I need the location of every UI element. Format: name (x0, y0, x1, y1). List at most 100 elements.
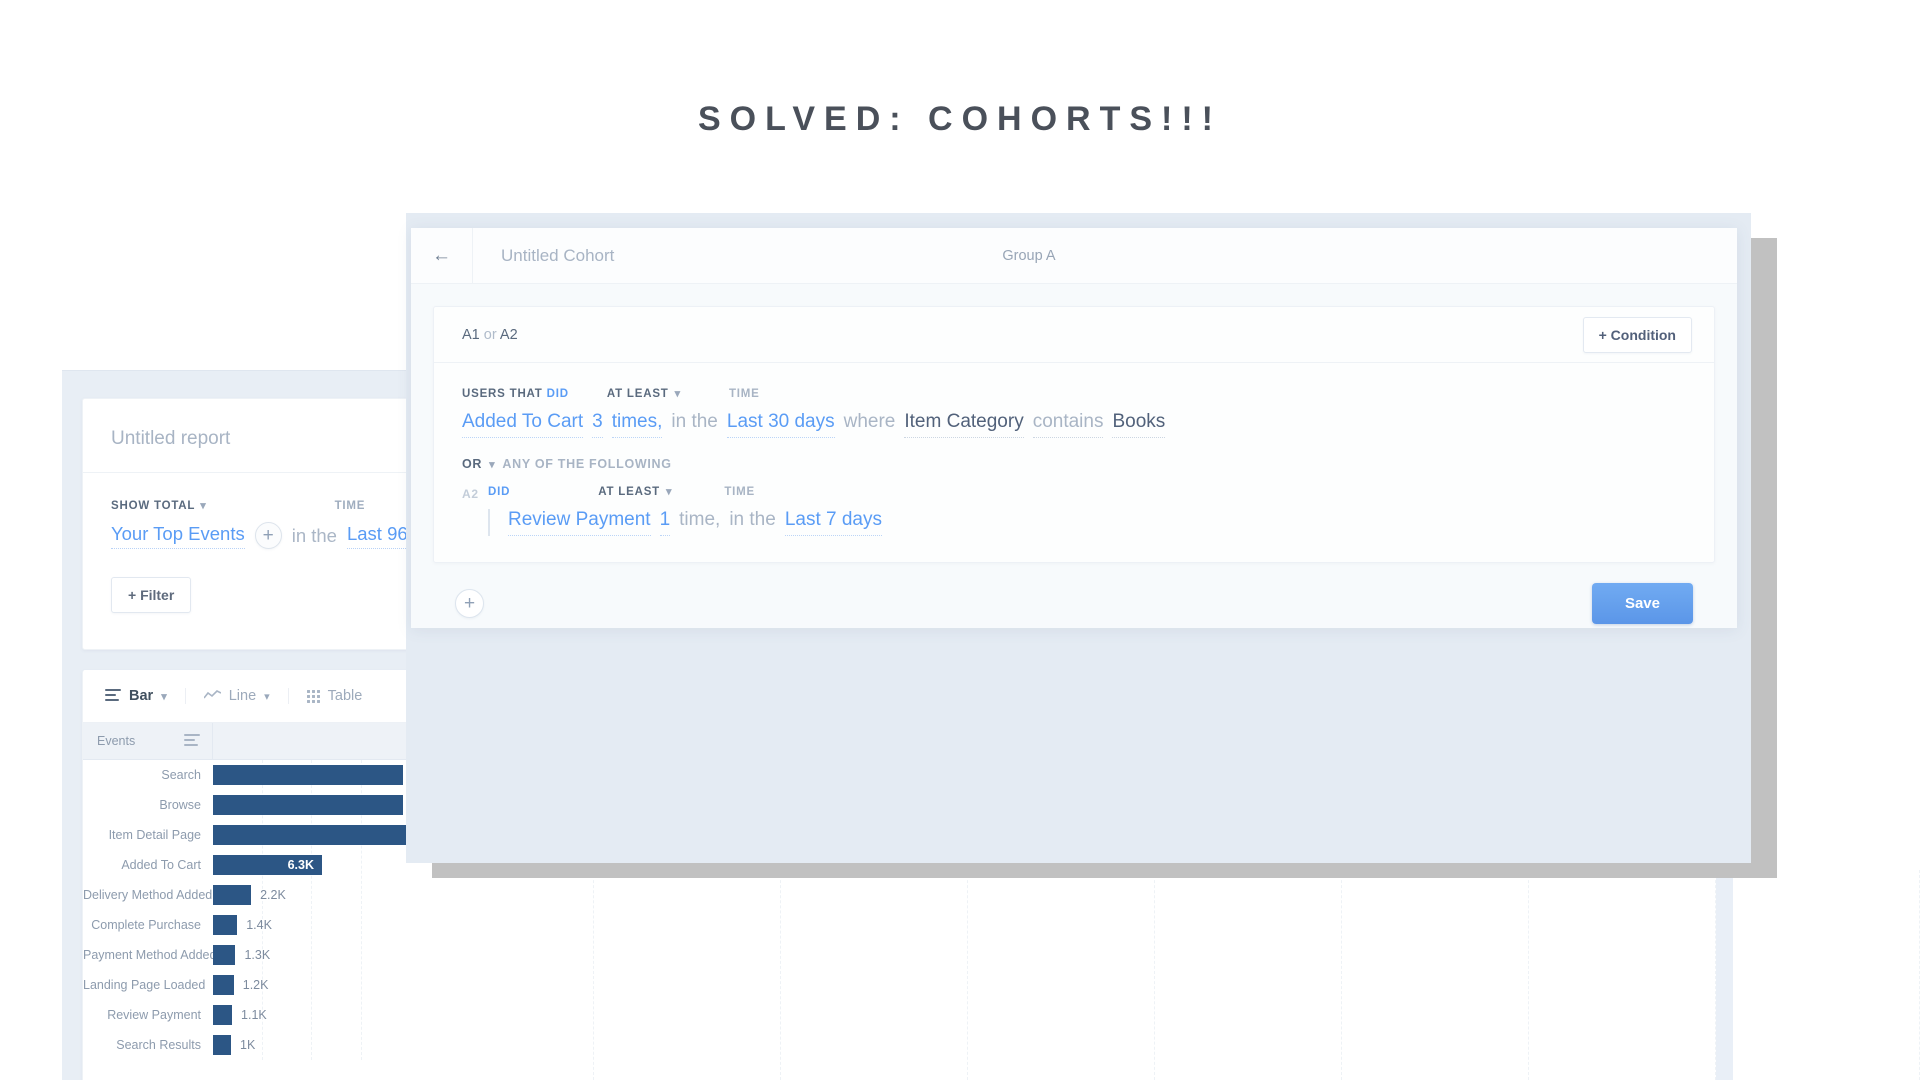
bar-chart-row[interactable]: Payment Method Added 1.3K (83, 940, 407, 970)
bar[interactable] (213, 1035, 231, 1055)
count-input[interactable]: 3 (592, 411, 603, 438)
condition-a2-labels: DID AT LEAST ▾ TIME (470, 485, 882, 499)
chart-type-table[interactable]: Table (287, 688, 381, 704)
event-selector[interactable]: Added To Cart (462, 411, 584, 438)
condition-a2-sentence: Review Payment 1 time, in the Last 7 day… (508, 509, 882, 536)
modal-footer: + Save (433, 563, 1715, 624)
bar-label: Browse (159, 798, 201, 812)
bar-track (213, 760, 407, 790)
bar-chart-row[interactable]: Item Detail Page (83, 820, 407, 850)
timeframe-selector[interactable]: Last 30 days (726, 411, 835, 438)
bar[interactable] (213, 795, 404, 815)
at-least-label: AT LEAST (598, 485, 660, 498)
bar[interactable] (213, 915, 238, 935)
add-filter-button[interactable]: + Filter (111, 577, 192, 613)
bar[interactable]: 6.3K (213, 855, 323, 875)
bar-chart-row[interactable]: Search Results 1K (83, 1030, 407, 1060)
property-selector[interactable]: Item Category (904, 411, 1024, 438)
cohort-name-input[interactable]: Untitled Cohort (473, 246, 614, 266)
or-group-header[interactable]: OR ▾ ANY OF THE FOLLOWING (462, 457, 1686, 471)
group-tab-a[interactable]: Group A (1002, 248, 1055, 264)
bar[interactable] (213, 1005, 233, 1025)
table-grid-icon (306, 689, 320, 703)
chart-type-line[interactable]: Line ▾ (184, 688, 288, 704)
bar-value: 1.1K (241, 1008, 267, 1022)
at-least-dropdown[interactable]: AT LEAST ▾ (607, 387, 681, 401)
chart-type-bar[interactable]: Bar ▾ (105, 688, 185, 704)
back-icon[interactable]: ← (411, 227, 473, 284)
did-label[interactable]: DID (488, 486, 510, 498)
bar-chart-row[interactable]: Review Payment 1.1K (83, 1000, 407, 1030)
bar-chart-row[interactable]: Added To Cart 6.3K (83, 850, 407, 880)
grid-column (1529, 870, 1716, 1080)
chevron-down-icon: ▾ (264, 690, 270, 703)
bar[interactable] (213, 945, 236, 965)
add-group-icon[interactable]: + (455, 589, 484, 618)
bar-label: Review Payment (107, 1008, 201, 1022)
add-event-icon[interactable]: + (254, 522, 282, 549)
chevron-down-icon[interactable]: ▾ (489, 458, 495, 471)
did-label[interactable]: DID (547, 388, 569, 400)
grid-column (1733, 870, 1920, 1080)
time-range-selector[interactable]: Last 96 (346, 523, 407, 549)
bar[interactable] (213, 765, 404, 785)
sort-icon[interactable] (184, 733, 200, 749)
bar[interactable] (213, 885, 252, 905)
bar-chart-row[interactable]: Search (83, 760, 407, 790)
add-condition-button[interactable]: + Condition (1582, 316, 1692, 353)
at-least-dropdown[interactable]: AT LEAST ▾ (598, 485, 672, 499)
bar-track (213, 790, 407, 820)
bar[interactable] (213, 825, 407, 845)
condition-a1-sentence: Added To Cart 3 times, in the Last 30 da… (462, 411, 1686, 438)
bar-label: Bar (129, 688, 154, 704)
bar-value: 6.3K (287, 858, 315, 872)
table-label: Table (327, 688, 363, 704)
formula-a1: A1 (462, 326, 480, 343)
event-selector[interactable]: Review Payment (508, 509, 651, 536)
events-column-header[interactable]: Events (83, 723, 213, 759)
times-unit[interactable]: time, (679, 509, 720, 531)
bar-track: 1.2K (213, 970, 407, 1000)
timeframe-selector[interactable]: Last 7 days (784, 509, 882, 536)
show-total-dropdown[interactable]: SHOW TOTAL ▾ (111, 499, 207, 513)
modal-header: ← Untitled Cohort Group A (411, 227, 1737, 284)
bar-chart-row[interactable]: Delivery Method Added 2.2K (83, 880, 407, 910)
chevron-down-icon: ▾ (161, 690, 167, 703)
bar-chart-row[interactable]: Complete Purchase 1.4K (83, 910, 407, 940)
condition-a1-labels: USERS THAT DID AT LEAST ▾ TIME (462, 387, 1686, 401)
bar-label: Item Detail Page (108, 828, 201, 842)
bar-chart-rows: Search Browse Item Detail Page Added To Car… (83, 760, 407, 1060)
bar-value: 1.2K (242, 978, 269, 992)
users-that-text: USERS THAT (462, 387, 543, 400)
operator-selector[interactable]: contains (1032, 411, 1104, 438)
property-value[interactable]: Books (1112, 411, 1166, 438)
bar-value: 1.4K (246, 918, 272, 932)
bar-label: Search (161, 768, 201, 782)
condition-card: A1 or A2 + Condition USERS THAT DID AT L… (433, 306, 1715, 563)
bar[interactable] (213, 975, 234, 995)
event-selector[interactable]: Your Top Events (111, 523, 245, 549)
formula-a2: A2 (499, 326, 518, 343)
line-chart-icon (203, 688, 222, 704)
bar-chart-row[interactable]: Browse (83, 790, 407, 820)
times-unit[interactable]: times, (611, 411, 663, 438)
bar-chart-row[interactable]: Landing Page Loaded 1.2K (83, 970, 407, 1000)
grid-column (968, 870, 1155, 1080)
cohort-formula: A1 or A2 (462, 327, 518, 343)
in-the-text: in the (729, 509, 776, 530)
bar-value: 1.3K (244, 948, 271, 962)
save-button[interactable]: Save (1591, 583, 1693, 624)
bar-label: Delivery Method Added (83, 888, 213, 902)
page-title: SOLVED: COHORTS!!! (697, 100, 1222, 138)
count-input[interactable]: 1 (659, 509, 671, 536)
bar-label: Payment Method Added (83, 948, 217, 962)
report-title-input[interactable]: Untitled report (83, 399, 407, 450)
formula-or: or (483, 326, 497, 343)
time-label: TIME (728, 387, 760, 400)
in-the-text: in the (671, 411, 718, 432)
show-total-label: SHOW TOTAL (111, 499, 196, 512)
report-query-builder: SHOW TOTAL ▾ TIME Your Top Events + in t… (111, 499, 407, 549)
condition-body: USERS THAT DID AT LEAST ▾ TIME Added To … (434, 363, 1714, 562)
in-the-text: in the (291, 524, 337, 546)
bar-track: 2.2K (213, 880, 407, 910)
